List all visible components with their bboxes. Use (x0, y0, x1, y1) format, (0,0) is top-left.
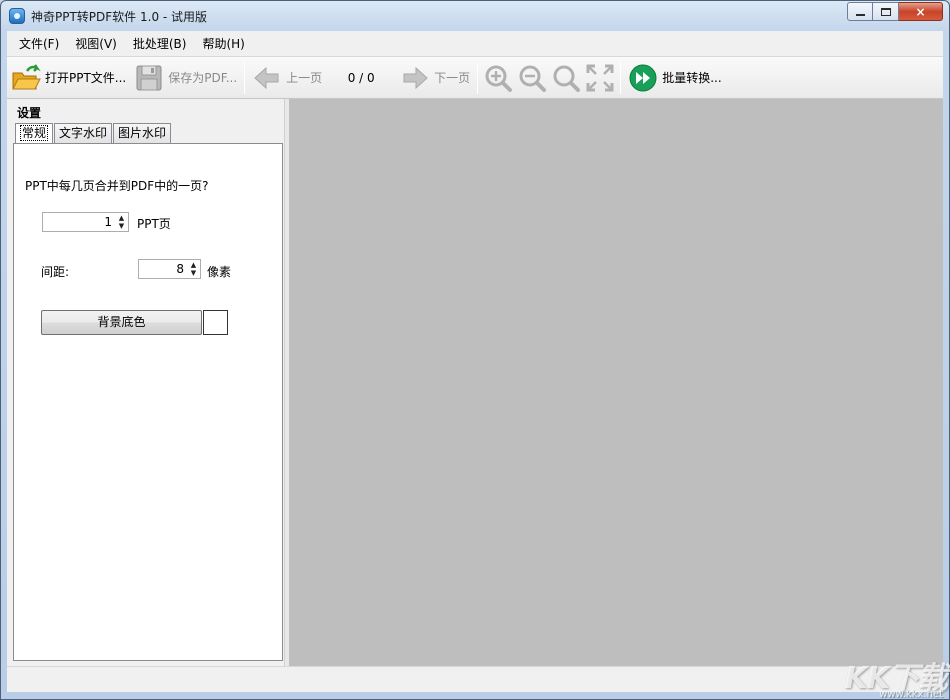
title-bar[interactable]: 神奇PPT转PDF软件 1.0 - 试用版 × (1, 1, 949, 31)
pages-per-sheet-stepper[interactable]: 1 ▲ ▼ (42, 212, 129, 232)
batch-convert-button[interactable]: 批量转换... (624, 60, 725, 96)
chevron-down-icon[interactable]: ▼ (119, 222, 124, 230)
status-bar (7, 666, 943, 692)
chevron-down-icon[interactable]: ▼ (191, 269, 196, 277)
save-pdf-label: 保存为PDF... (168, 71, 238, 85)
fast-forward-icon (629, 64, 657, 91)
close-icon: × (915, 4, 926, 19)
prev-page-label: 上一页 (286, 71, 323, 85)
open-ppt-button[interactable]: 打开PPT文件... (7, 60, 130, 96)
stepper-arrows[interactable]: ▲ ▼ (187, 260, 200, 278)
spacing-label: 间距: (41, 265, 70, 279)
settings-panel: 设置 常规 文字水印 图片水印 PPT中每几页合并到PDF中的一页? 1 ▲ ▼ … (7, 99, 289, 666)
minimize-button[interactable] (847, 2, 873, 21)
merge-question: PPT中每几页合并到PDF中的一页? (25, 179, 209, 193)
close-button[interactable]: × (899, 2, 943, 21)
pages-per-sheet-value: 1 (104, 215, 112, 229)
save-icon (136, 65, 162, 90)
toolbar-separator (477, 61, 479, 94)
minimize-icon (855, 14, 865, 16)
toolbar-separator (244, 61, 246, 94)
tab-text-watermark[interactable]: 文字水印 (54, 123, 113, 143)
app-window: 神奇PPT转PDF软件 1.0 - 试用版 × 文件(F) 视图(V) 批处理(… (0, 0, 950, 700)
tab-text-watermark-label: 文字水印 (59, 126, 108, 140)
fit-screen-icon (586, 64, 614, 91)
menu-file[interactable]: 文件(F) (11, 35, 67, 52)
chevron-up-icon[interactable]: ▲ (119, 214, 124, 222)
menu-help[interactable]: 帮助(H) (194, 35, 252, 52)
window-title: 神奇PPT转PDF软件 1.0 - 试用版 (31, 10, 208, 24)
page-counter: 0 / 0 (347, 70, 375, 85)
zoom-out-icon (519, 65, 547, 92)
maximize-icon (880, 7, 891, 16)
maximize-button[interactable] (873, 2, 899, 21)
app-icon[interactable] (9, 8, 25, 24)
next-page-button[interactable]: 下一页 (396, 60, 474, 96)
general-tab-content: PPT中每几页合并到PDF中的一页? 1 ▲ ▼ PPT页 间距: 8 ▲ ▼ 像素… (13, 143, 283, 661)
arrow-left-icon (254, 66, 279, 89)
arrow-right-icon (403, 66, 428, 89)
menu-bar: 文件(F) 视图(V) 批处理(B) 帮助(H) (7, 31, 943, 57)
tab-image-watermark[interactable]: 图片水印 (113, 123, 172, 143)
zoom-in-icon (485, 65, 513, 92)
preview-area[interactable] (289, 99, 943, 666)
menu-batch[interactable]: 批处理(B) (125, 35, 195, 52)
prev-page-button[interactable]: 上一页 (248, 60, 326, 96)
tab-general-label: 常规 (20, 125, 49, 141)
zoom-reset-button[interactable] (549, 60, 583, 96)
window-controls: × (847, 2, 943, 21)
background-color-button[interactable]: 背景底色 (41, 310, 202, 335)
menu-view[interactable]: 视图(V) (67, 35, 125, 52)
next-page-label: 下一页 (434, 71, 471, 85)
fit-screen-button[interactable] (583, 60, 617, 96)
spacing-stepper[interactable]: 8 ▲ ▼ (138, 259, 201, 279)
toolbar: 打开PPT文件... 保存为PDF... 上一页 0 / 0 下一页 批量转换.… (7, 57, 943, 99)
toolbar-separator (620, 61, 622, 94)
save-pdf-button[interactable]: 保存为PDF... (130, 60, 241, 96)
zoom-out-button[interactable] (515, 60, 549, 96)
folder-open-icon (12, 63, 41, 89)
stepper-arrows[interactable]: ▲ ▼ (115, 213, 128, 231)
spacing-unit-label: 像素 (207, 265, 232, 279)
zoom-reset-icon (553, 65, 581, 92)
chevron-up-icon[interactable]: ▲ (191, 261, 196, 269)
tab-image-watermark-label: 图片水印 (118, 126, 167, 140)
background-color-swatch[interactable] (203, 310, 228, 335)
site-watermark-url: www.kkx.net (879, 689, 943, 700)
batch-convert-label: 批量转换... (662, 71, 722, 85)
settings-tabs: 常规 文字水印 图片水印 (15, 123, 172, 144)
settings-title: 设置 (17, 106, 42, 120)
zoom-in-button[interactable] (481, 60, 515, 96)
tab-general[interactable]: 常规 (15, 123, 54, 144)
spacing-value: 8 (176, 262, 184, 276)
open-ppt-label: 打开PPT文件... (45, 71, 127, 85)
pages-unit-label: PPT页 (137, 217, 171, 231)
